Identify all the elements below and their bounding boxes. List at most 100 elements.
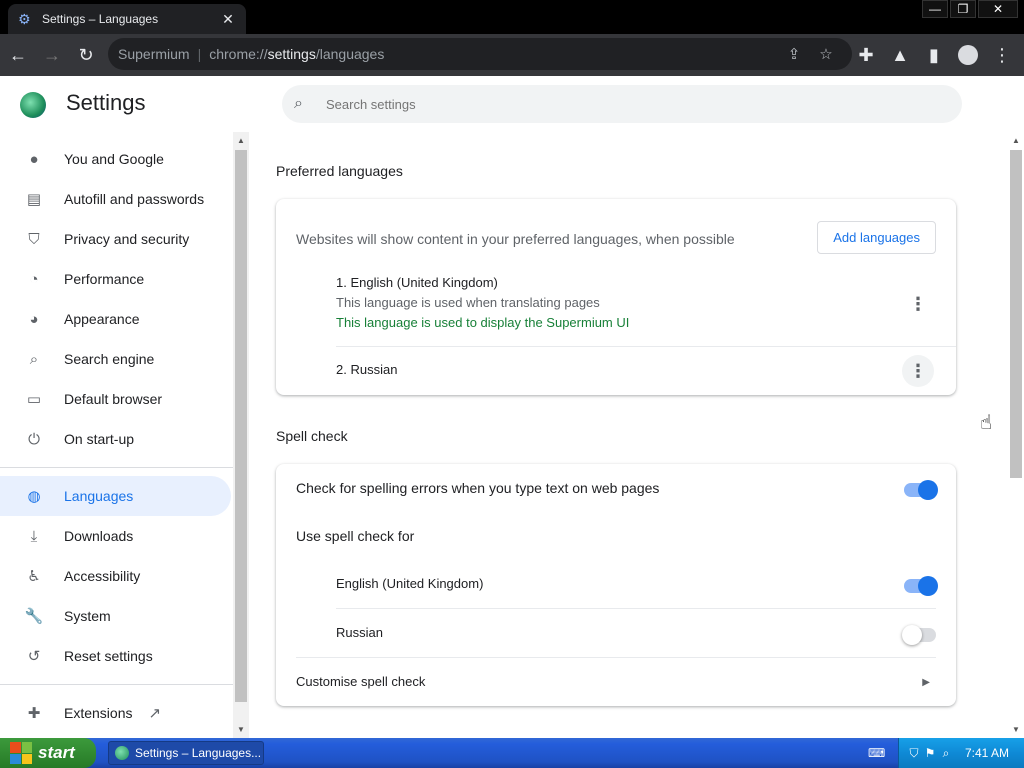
security-shield-icon[interactable]: ⛉ xyxy=(907,746,921,761)
scroll-up-arrow-icon[interactable]: ▲ xyxy=(237,136,245,145)
sidebar-item-appearance[interactable]: ◕ Appearance xyxy=(0,299,231,339)
taskbar-window-button[interactable]: Settings – Languages... xyxy=(108,741,264,765)
url-separator: | xyxy=(197,46,202,62)
search-tray-icon[interactable]: ⌕ xyxy=(939,746,953,761)
sidebar-item-label: On start-up xyxy=(64,431,135,447)
more-actions-icon[interactable]: ⋮ xyxy=(902,288,934,320)
browser-tab[interactable]: ⚙ Settings – Languages ✕ xyxy=(8,4,246,34)
keyboard-icon[interactable]: ⌨ xyxy=(868,746,885,760)
sidebar-item-languages[interactable]: ◍ Languages xyxy=(0,476,231,516)
person-icon: ● xyxy=(29,150,39,168)
wrench-icon: 🔧 xyxy=(24,608,44,625)
sidebar-item-extensions[interactable]: ✚ Extensions ↗ xyxy=(0,693,231,733)
sidebar-item-label: Search engine xyxy=(64,351,155,367)
more-actions-icon[interactable]: ⋮ xyxy=(902,355,934,387)
spell-language-name: English (United Kingdom) xyxy=(336,576,484,591)
sidebar-item-label: System xyxy=(64,608,111,624)
history-icon: ↺ xyxy=(27,648,41,665)
taskbar-window-label: Settings – Languages... xyxy=(135,746,262,760)
extensions-puzzle-icon[interactable]: ✚ xyxy=(850,39,882,71)
profile-avatar-icon[interactable] xyxy=(952,39,984,71)
scroll-down-arrow-icon[interactable]: ▼ xyxy=(1012,725,1020,734)
customise-spell-check-link[interactable]: Customise spell check xyxy=(296,674,425,689)
spell-language-toggle-russian[interactable] xyxy=(902,625,936,645)
scroll-down-arrow-icon[interactable]: ▼ xyxy=(237,725,245,734)
settings-header: Settings ⌕ xyxy=(0,76,1024,132)
sidebar-item-default-browser[interactable]: ▭ Default browser xyxy=(0,379,231,419)
sidebar-scroll-thumb[interactable] xyxy=(235,150,247,702)
main-scrollbar[interactable]: ▲ ▼ xyxy=(1008,132,1024,738)
clock: 7:41 AM xyxy=(965,746,1010,760)
side-panel-icon[interactable]: ▮ xyxy=(918,39,950,71)
sidebar-item-label: Appearance xyxy=(64,311,140,327)
sidebar: ● You and Google ▤ Autofill and passwords … xyxy=(0,132,233,738)
accessibility-icon: ♿ xyxy=(27,568,41,585)
sidebar-item-label: You and Google xyxy=(64,151,164,167)
use-spell-check-label: Use spell check for xyxy=(296,528,415,544)
language-ui-note: This language is used to display the Sup… xyxy=(336,315,630,330)
search-box[interactable]: ⌕ xyxy=(282,85,962,123)
preferred-languages-title: Preferred languages xyxy=(276,163,403,179)
start-button[interactable]: start xyxy=(0,738,96,768)
sidebar-item-search-engine[interactable]: ⌕ Search engine xyxy=(0,339,231,379)
sidebar-item-on-startup[interactable]: ⏻ On start-up xyxy=(0,419,231,459)
system-tray: ⛉ ⚑ ⌕ 7:41 AM xyxy=(898,738,1024,768)
sidebar-divider xyxy=(0,684,233,685)
back-icon[interactable]: ← xyxy=(2,39,34,71)
sidebar-item-label: Languages xyxy=(64,488,134,504)
address-bar[interactable]: Supermium | chrome://settings/languages … xyxy=(108,38,852,70)
language-name: 2. Russian xyxy=(336,362,398,377)
search-input[interactable] xyxy=(326,96,926,112)
browser-icon: ▭ xyxy=(26,391,42,408)
sidebar-item-you-and-google[interactable]: ● You and Google xyxy=(0,139,231,179)
sidebar-item-downloads[interactable]: ⤓ Downloads xyxy=(0,516,231,556)
sidebar-item-performance[interactable]: ◔ Performance xyxy=(0,259,231,299)
sidebar-scrollbar[interactable]: ▲ ▼ xyxy=(233,132,249,738)
tab-title: Settings – Languages xyxy=(42,12,159,26)
row-divider xyxy=(336,608,936,609)
supermium-logo-icon xyxy=(20,92,46,118)
share-icon[interactable]: ⇪ xyxy=(778,45,810,63)
window-controls: — ❐ ✕ xyxy=(920,0,1018,18)
site-name: Supermium xyxy=(118,46,190,62)
sidebar-item-privacy[interactable]: ⛉ Privacy and security xyxy=(0,219,231,259)
labs-flask-icon[interactable]: ▲ xyxy=(884,39,916,71)
settings-gear-icon: ⚙ xyxy=(18,11,31,27)
bookmark-star-icon[interactable]: ☆ xyxy=(810,45,842,63)
reload-icon[interactable]: ↻ xyxy=(70,39,102,71)
taskbar: start Settings – Languages... ⌨ ⛉ ⚑ ⌕ 7:… xyxy=(0,738,1024,768)
menu-kebab-icon[interactable]: ⋮ xyxy=(986,39,1018,71)
avatar xyxy=(958,45,978,65)
spell-language-toggle-english[interactable] xyxy=(904,576,938,596)
download-icon: ⤓ xyxy=(30,527,38,545)
toggle-knob xyxy=(902,625,922,645)
row-divider xyxy=(296,657,936,658)
restore-button[interactable]: ❐ xyxy=(950,0,976,18)
speedometer-icon: ◔ xyxy=(29,270,39,288)
preferred-languages-description: Websites will show content in your prefe… xyxy=(296,231,735,247)
sidebar-item-reset[interactable]: ↺ Reset settings xyxy=(0,636,231,676)
network-icon[interactable]: ⚑ xyxy=(923,746,937,760)
add-languages-button[interactable]: Add languages xyxy=(817,221,936,254)
close-window-button[interactable]: ✕ xyxy=(978,0,1018,18)
main-scroll-thumb[interactable] xyxy=(1010,150,1022,478)
tab-close-icon[interactable]: ✕ xyxy=(220,11,236,28)
sidebar-item-accessibility[interactable]: ♿ Accessibility xyxy=(0,556,231,596)
external-link-icon: ↗ xyxy=(148,705,162,722)
sidebar-item-autofill[interactable]: ▤ Autofill and passwords xyxy=(0,179,231,219)
palette-icon: ◕ xyxy=(29,310,39,328)
forward-icon[interactable]: → xyxy=(36,39,68,71)
scroll-up-arrow-icon[interactable]: ▲ xyxy=(1012,136,1020,145)
sidebar-item-system[interactable]: 🔧 System xyxy=(0,596,231,636)
clipboard-icon: ▤ xyxy=(26,191,42,208)
windows-flag-icon xyxy=(10,742,32,764)
spell-check-toggle[interactable] xyxy=(904,480,938,500)
power-icon: ⏻ xyxy=(28,430,40,448)
chevron-right-icon[interactable]: ▶ xyxy=(922,677,930,688)
main-content: Preferred languages Websites will show c… xyxy=(249,132,1008,738)
minimize-button[interactable]: — xyxy=(922,0,948,18)
browser-toolbar: ← → ↻ Supermium | chrome://settings/lang… xyxy=(0,34,1024,76)
url-host: settings xyxy=(267,46,316,62)
search-icon: ⌕ xyxy=(294,95,303,112)
sidebar-item-label: Privacy and security xyxy=(64,231,190,247)
